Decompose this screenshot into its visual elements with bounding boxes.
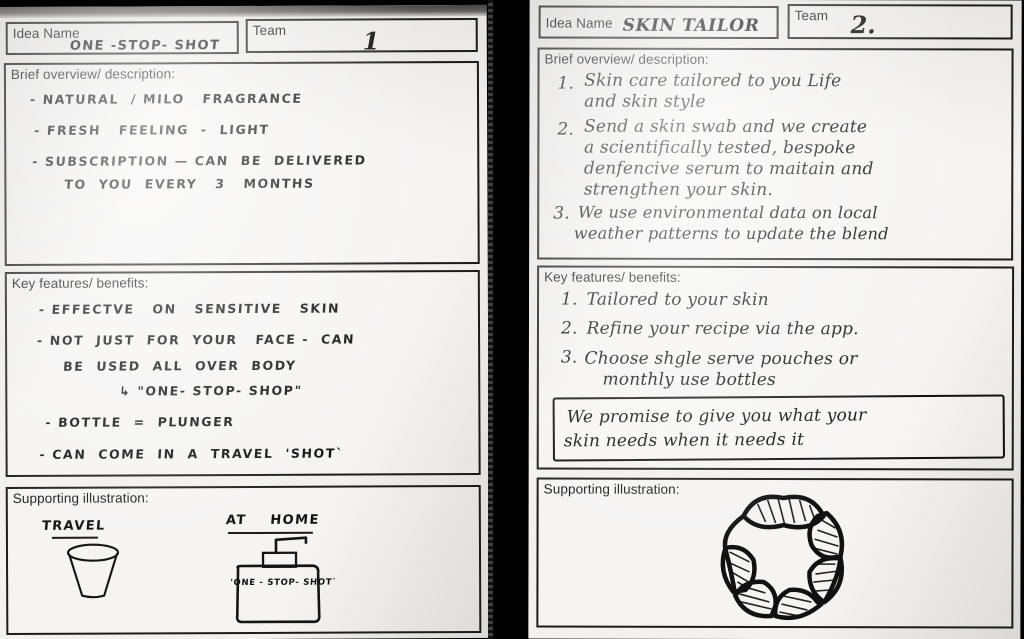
brief-item-text: Skin care tailored to you Life and skin … [584, 70, 841, 114]
brief-item-text: We use environmental data on local weath… [574, 202, 889, 245]
team-box-right[interactable]: Team 2. [787, 4, 1013, 40]
feature-item-number: 1. [561, 289, 578, 310]
key-features-label-left: Key features/ benefits: [11, 275, 149, 291]
feature-line: BE USED ALL OVER BODY [62, 357, 298, 374]
feature-item: 2. Refine your recipe via the app. [561, 319, 859, 340]
brief-overview-box-right[interactable]: Brief overview/ description: 1. Skin car… [537, 47, 1014, 261]
sheet-divider-edge [488, 0, 493, 639]
feature-line: - BOTTLE = PLUNGER [44, 414, 236, 430]
brief-item-number: 1. [557, 73, 575, 94]
brief-item-line: Skin care tailored to you Life [584, 70, 842, 92]
brief-item: 2. Send a skin swab and we create a scie… [557, 117, 889, 202]
brief-line: - SUBSCRIPTION — CAN BE DELIVERED [31, 152, 368, 169]
screenshot-stage: Idea Name ONE -STOP- SHOT Team 1 Brief o… [0, 0, 1024, 639]
idea-sheet-right: Idea Name SKIN TAILOR Team 2. Brief over… [528, 0, 1022, 639]
promise-callout-box[interactable]: We promise to give you what your skin ne… [552, 394, 1005, 462]
hatched-star-flower-sketch [720, 494, 845, 621]
brief-item-line: Send a skin swab and we create [584, 116, 868, 138]
brief-line: - FRESH FEELING - LIGHT [33, 121, 271, 138]
idea-name-value-left: ONE -STOP- SHOT [69, 38, 221, 54]
team-label-left: Team [252, 22, 287, 38]
brief-item: 1. Skin care tailored to you Life and sk… [557, 70, 889, 114]
brief-line: TO YOU EVERY 3 MONTHS [63, 175, 316, 192]
key-features-box-right[interactable]: Key features/ benefits: 1. Tailored to y… [536, 265, 1015, 471]
idea-name-value-right: SKIN TAILOR [622, 15, 760, 36]
brief-item-line: and skin style [584, 91, 706, 112]
brief-item-line: We use environmental data on local [577, 202, 878, 223]
brief-overview-content-right: 1. Skin care tailored to you Life and sk… [553, 70, 889, 245]
team-label-right: Team [794, 8, 829, 24]
team-value-right: 2. [850, 10, 876, 40]
supporting-illustration-box-left[interactable]: Supporting illustration: TRAVEL AT HOME … [5, 484, 482, 636]
feature-line: - NOT JUST FOR YOUR FACE - CAN [36, 331, 356, 348]
feature-item-line: Refine your recipe via the app. [586, 318, 859, 340]
feature-line: - CAN COME IN A TRAVEL 'SHOT` [39, 445, 345, 462]
brief-item-text: Send a skin swab and we create a scienti… [584, 117, 874, 202]
team-box-left[interactable]: Team 1 [245, 17, 478, 56]
brief-item-number: 3. [553, 203, 570, 224]
key-features-box-left[interactable]: Key features/ benefits: - EFFECTVE ON SE… [4, 269, 481, 478]
brief-item-line: denfencive serum to maitain and [583, 158, 874, 180]
feature-item-line: Choose shgle serve pouches or [584, 348, 858, 370]
brief-overview-label-right: Brief overview/ description: [544, 51, 709, 67]
brief-overview-box-left[interactable]: Brief overview/ description: - NATURAL /… [3, 60, 480, 267]
brief-item-number: 2. [557, 119, 575, 140]
feature-item-line: monthly use bottles [602, 369, 776, 391]
feature-item: 1. Tailored to your skin [561, 290, 859, 311]
brief-overview-content-left: - NATURAL / MILO FRAGRANCE - FRESH FEELI… [28, 90, 368, 192]
idea-sheet-left: Idea Name ONE -STOP- SHOT Team 1 Brief o… [0, 4, 490, 639]
brief-overview-label-left: Brief overview/ description: [10, 66, 176, 83]
feature-line: ↳ "ONE- STOP- SHOP" [118, 382, 304, 399]
desk-shadow-band [0, 4, 487, 19]
brief-item-line: weather patterns to update the blend [573, 223, 889, 244]
key-features-label-right: Key features/ benefits: [544, 269, 681, 285]
key-features-content-left: - EFFECTVE ON SENSITIVE SKIN - NOT JUST … [31, 301, 356, 462]
idea-name-box-left[interactable]: Idea Name ONE -STOP- SHOT [5, 21, 239, 56]
supporting-illustration-box-right[interactable]: Supporting illustration: [536, 477, 1014, 629]
illustration-caption-at-home: AT HOME [225, 512, 321, 529]
idea-name-box-right[interactable]: Idea Name SKIN TAILOR [538, 5, 779, 40]
team-value-left: 1 [362, 26, 380, 56]
bottle-label-text: 'ONE - STOP- SHOT` [229, 577, 338, 589]
promise-line: skin needs when it needs it [563, 429, 805, 452]
feature-item-text: Choose shgle serve pouches or monthly us… [584, 348, 858, 392]
feature-item-line: Tailored to your skin [586, 289, 769, 310]
brief-item-line: strengthen your skin. [583, 179, 774, 200]
feature-item-number: 3. [560, 347, 578, 368]
feature-item-number: 2. [560, 318, 578, 339]
supporting-illustration-label-left: Supporting illustration: [12, 490, 149, 506]
feature-line: - EFFECTVE ON SENSITIVE SKIN [38, 300, 341, 317]
brief-item: 3. We use environmental data on local we… [553, 202, 889, 245]
brief-line: - NATURAL / MILO FRAGRANCE [29, 90, 304, 107]
brief-item-line: a scientifically tested, bespoke [583, 137, 856, 159]
feature-item: 3. Choose shgle serve pouches or monthly… [561, 348, 859, 392]
sheet-divider [488, 0, 532, 639]
travel-underline [51, 536, 98, 539]
promise-line: We promise to give you what your [566, 405, 867, 428]
key-features-content-right: 1. Tailored to your skin 2. Refine your … [561, 290, 859, 392]
illustration-caption-travel: TRAVEL [41, 518, 107, 534]
travel-cup-sketch [66, 543, 120, 599]
